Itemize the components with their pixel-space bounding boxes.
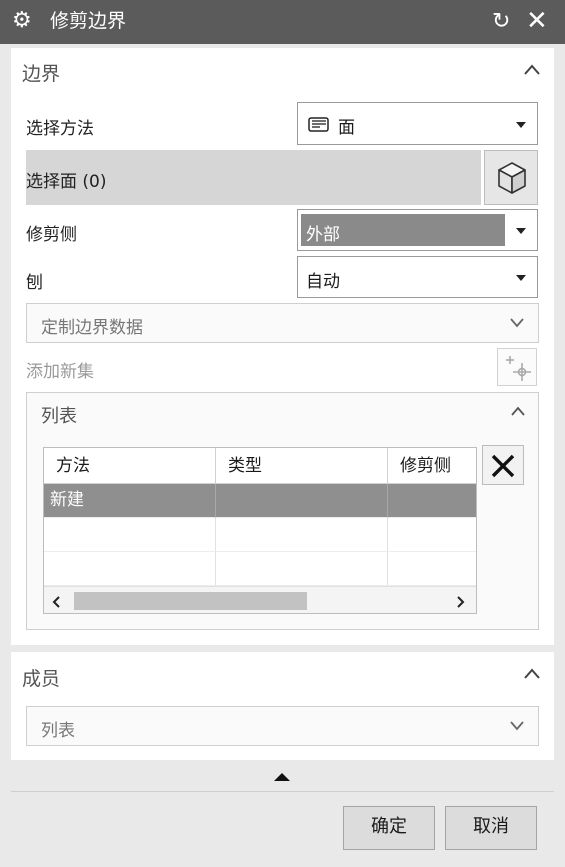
add-new-set-label: 添加新集	[26, 362, 94, 382]
delete-icon[interactable]	[482, 445, 524, 485]
member-list-expander[interactable]: 列表	[26, 706, 539, 746]
close-icon[interactable]: ✕	[526, 7, 548, 35]
select-face-label: 选择面 (0)	[26, 172, 107, 192]
gear-icon[interactable]: ⚙	[12, 9, 32, 33]
chevron-down-icon	[516, 228, 526, 234]
add-set-icon	[506, 356, 531, 381]
custom-boundary-expander[interactable]: 定制边界数据	[26, 303, 539, 343]
member-list-label: 列表	[41, 721, 75, 741]
collapse-list-icon[interactable]	[511, 406, 525, 416]
table-cell[interactable]	[216, 552, 388, 586]
plane-value: 自动	[306, 272, 340, 292]
trim-side-value: 外部	[306, 225, 340, 245]
ok-button[interactable]: 确定	[343, 806, 435, 850]
select-method-value: 面	[338, 118, 355, 138]
scroll-left-icon[interactable]	[52, 596, 61, 608]
member-section-title: 成员	[22, 668, 61, 690]
table-cell[interactable]	[44, 518, 216, 552]
horizontal-scrollbar[interactable]	[44, 586, 476, 613]
chevron-down-icon	[516, 275, 526, 281]
table-cell[interactable]	[216, 484, 388, 518]
table-cell[interactable]	[388, 518, 476, 552]
trim-side-label: 修剪侧	[26, 225, 77, 245]
reset-icon[interactable]: ↻	[492, 10, 510, 34]
show-more-icon[interactable]	[274, 772, 290, 782]
footer-divider	[11, 791, 554, 792]
table-cell[interactable]	[44, 552, 216, 586]
plane-dropdown[interactable]: 自动	[297, 256, 538, 298]
chevron-down-icon	[510, 318, 524, 328]
column-header-type[interactable]: 类型	[216, 448, 388, 484]
column-header-method[interactable]: 方法	[44, 448, 216, 484]
select-method-label: 选择方法	[26, 119, 94, 139]
table-cell[interactable]	[216, 518, 388, 552]
chevron-down-icon	[516, 122, 526, 128]
scroll-right-icon[interactable]	[456, 596, 465, 608]
cube-icon	[498, 162, 526, 194]
table-cell[interactable]	[388, 484, 476, 518]
add-new-set-button[interactable]	[497, 348, 537, 386]
collapse-member-icon[interactable]	[524, 668, 540, 679]
x-mark-icon	[491, 454, 515, 478]
scrollbar-thumb[interactable]	[74, 592, 307, 610]
boundary-section-header[interactable]	[11, 48, 554, 94]
table-cell[interactable]	[388, 552, 476, 586]
collapse-boundary-icon[interactable]	[524, 64, 540, 75]
boundary-list-table[interactable]: 方法 类型 修剪侧 新建	[43, 447, 477, 614]
cancel-button[interactable]: 取消	[445, 806, 537, 850]
column-header-trim-side[interactable]: 修剪侧	[388, 448, 476, 484]
table-cell[interactable]: 新建	[44, 484, 216, 518]
custom-boundary-label: 定制边界数据	[41, 318, 143, 338]
trim-side-dropdown[interactable]: 外部	[297, 209, 538, 251]
member-section-header[interactable]	[11, 652, 554, 698]
chevron-down-icon	[510, 721, 524, 731]
face-icon	[308, 117, 329, 132]
select-face-button[interactable]	[484, 150, 538, 205]
plane-label: 刨	[26, 273, 43, 293]
boundary-section-title: 边界	[22, 63, 61, 85]
list-group-title: 列表	[41, 406, 77, 427]
select-method-dropdown[interactable]: 面	[297, 102, 538, 145]
dialog-title: 修剪边界	[50, 10, 127, 32]
